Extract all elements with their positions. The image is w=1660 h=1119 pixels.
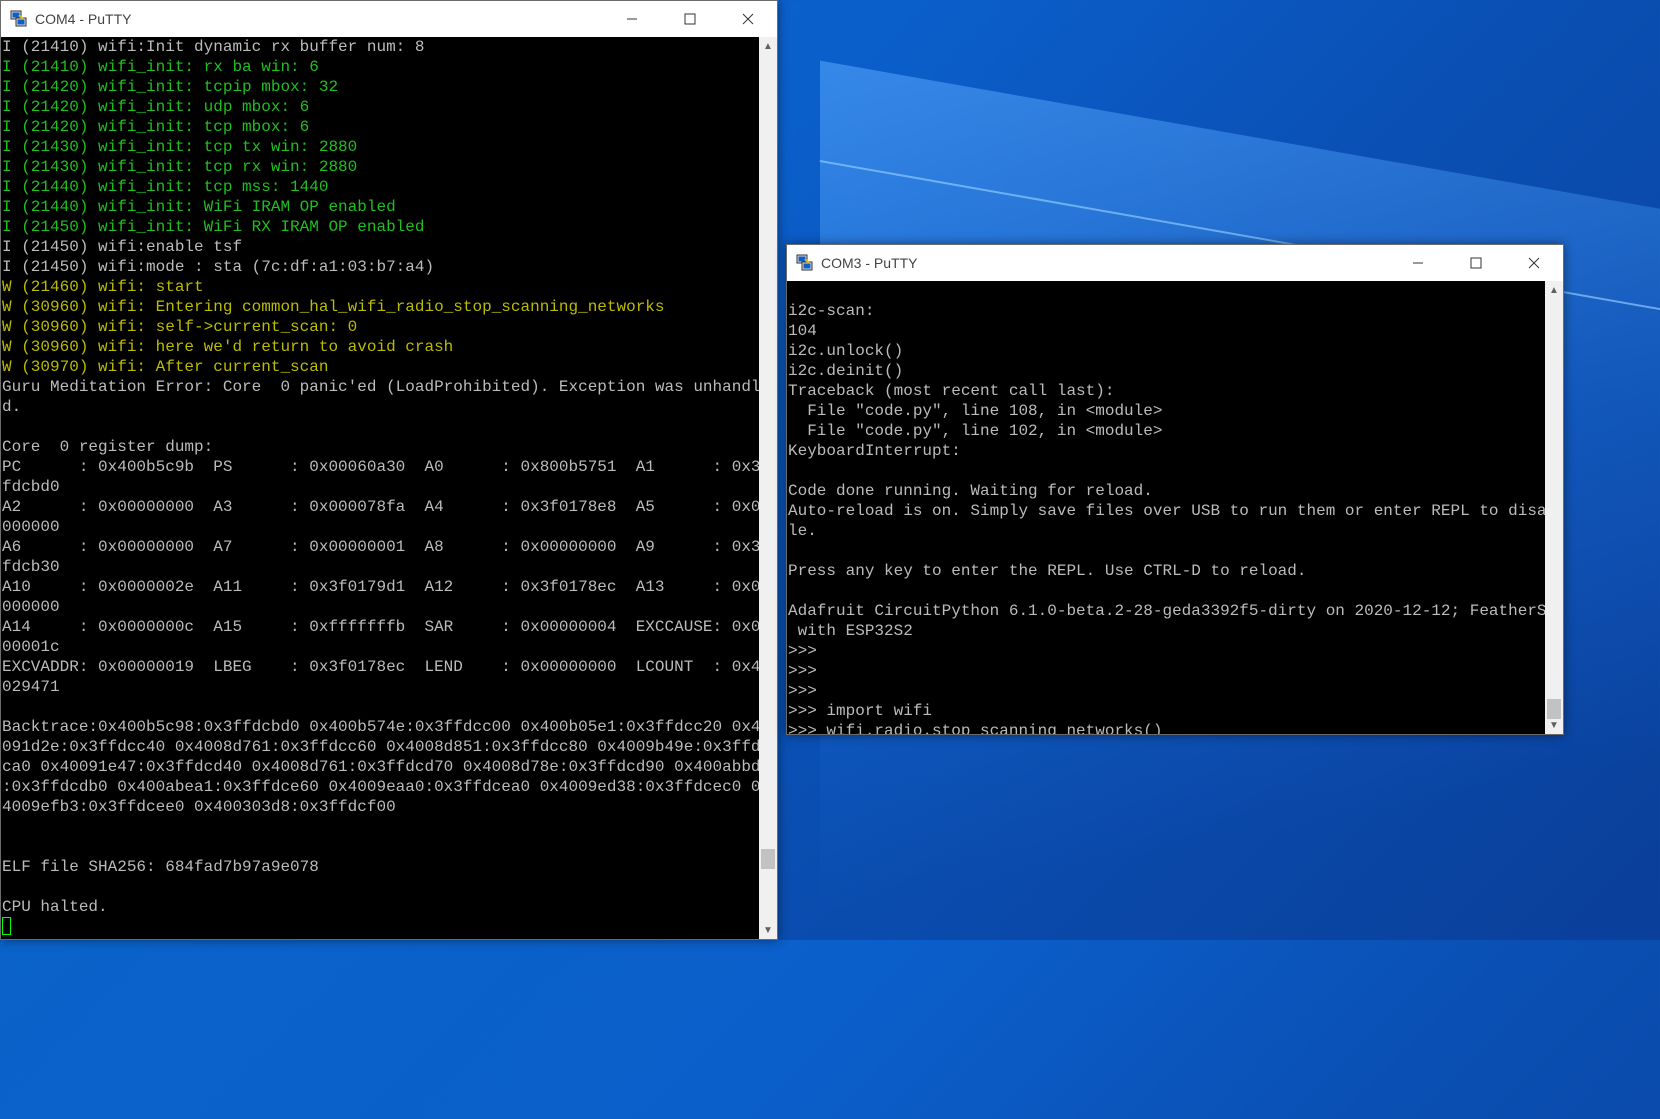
terminal-line: W (30960) wifi: Entering common_hal_wifi…	[2, 298, 665, 316]
terminal-line: W (30960) wifi: self->current_scan: 0	[2, 318, 358, 336]
terminal-cursor	[2, 917, 11, 935]
terminal-line: KeyboardInterrupt:	[788, 442, 961, 460]
terminal-line: Guru Meditation Error: Core 0 panic'ed (…	[2, 378, 759, 396]
terminal-line: I (21450) wifi:enable tsf	[2, 238, 243, 256]
minimize-icon	[627, 18, 637, 20]
terminal-line: File "code.py", line 102, in <module>	[788, 422, 1163, 440]
terminal-line: I (21440) wifi_init: WiFi IRAM OP enable…	[2, 198, 396, 216]
terminal-line: I (21440) wifi_init: tcp mss: 1440	[2, 178, 329, 196]
terminal-line: A14 : 0x0000000c A15 : 0xfffffffb SAR : …	[2, 618, 759, 636]
terminal-line: 000000	[2, 598, 60, 616]
scroll-up-arrow-icon[interactable]: ▲	[759, 37, 777, 55]
terminal-line: i2c.unlock()	[788, 342, 904, 360]
scroll-up-arrow-icon[interactable]: ▲	[1545, 281, 1563, 299]
terminal-line: ca0 0x40091e47:0x3ffdcd40 0x4008d761:0x3…	[2, 758, 759, 776]
terminal-line: Auto-reload is on. Simply save files ove…	[788, 502, 1545, 520]
terminal-line: i2c-scan:	[788, 302, 875, 320]
terminal-line: Core 0 register dump:	[2, 438, 214, 456]
terminal-line: I (21420) wifi_init: tcp mbox: 6	[2, 118, 310, 136]
terminal-line: I (21450) wifi_init: WiFi RX IRAM OP ena…	[2, 218, 425, 236]
terminal-line: I (21420) wifi_init: tcpip mbox: 32	[2, 78, 339, 96]
close-icon	[742, 13, 754, 25]
terminal-line: I (21450) wifi:mode : sta (7c:df:a1:03:b…	[2, 258, 435, 276]
maximize-icon	[684, 13, 696, 25]
putty-icon	[9, 9, 29, 29]
terminal-line: File "code.py", line 108, in <module>	[788, 402, 1163, 420]
terminal-line: Code done running. Waiting for reload.	[788, 482, 1153, 500]
com3-scrollbar[interactable]: ▲ ▼	[1545, 281, 1563, 734]
com3-maximize-button[interactable]	[1447, 245, 1505, 281]
com4-window-title: COM4 - PuTTY	[35, 11, 132, 27]
maximize-icon	[1470, 257, 1482, 269]
com3-close-button[interactable]	[1505, 245, 1563, 281]
terminal-line: fdcbd0	[2, 478, 60, 496]
terminal-line: 000000	[2, 518, 60, 536]
terminal-line: fdcb30	[2, 558, 60, 576]
close-icon	[1528, 257, 1540, 269]
terminal-line: W (30970) wifi: After current_scan	[2, 358, 329, 376]
terminal-line: EXCVADDR: 0x00000019 LBEG : 0x3f0178ec L…	[2, 658, 759, 676]
com4-close-button[interactable]	[719, 1, 777, 37]
terminal-line: >>>	[788, 682, 817, 700]
terminal-line: I (21430) wifi_init: tcp rx win: 2880	[2, 158, 358, 176]
terminal-line: I (21420) wifi_init: udp mbox: 6	[2, 98, 310, 116]
terminal-cursor-line	[2, 917, 759, 937]
terminal-line: 4009efb3:0x3ffdcee0 0x400303d8:0x3ffdcf0…	[2, 798, 396, 816]
terminal-line: >>>	[788, 662, 817, 680]
terminal-line: I (21410) wifi_init: rx ba win: 6	[2, 58, 319, 76]
terminal-line: i2c.deinit()	[788, 362, 904, 380]
com3-terminal-output[interactable]: i2c-scan: 104 i2c.unlock() i2c.deinit() Trac…	[787, 281, 1545, 734]
com4-maximize-button[interactable]	[661, 1, 719, 37]
terminal-line: A6 : 0x00000000 A7 : 0x00000001 A8 : 0x0…	[2, 538, 759, 556]
terminal-line: 00001c	[2, 638, 60, 656]
terminal-line: Press any key to enter the REPL. Use CTR…	[788, 562, 1307, 580]
terminal-line: 091d2e:0x3ffdcc40 0x4008d761:0x3ffdcc60 …	[2, 738, 759, 756]
com4-titlebar[interactable]: COM4 - PuTTY	[1, 1, 777, 37]
minimize-icon	[1413, 262, 1423, 264]
terminal-line: 104	[788, 322, 817, 340]
com4-putty-window[interactable]: COM4 - PuTTY I (21410) wifi:Init dynamic…	[0, 0, 778, 940]
terminal-line: A10 : 0x0000002e A11 : 0x3f0179d1 A12 : …	[2, 578, 759, 596]
terminal-line: Traceback (most recent call last):	[788, 382, 1115, 400]
terminal-line: W (21460) wifi: start	[2, 278, 204, 296]
terminal-line: 029471	[2, 678, 60, 696]
terminal-line: >>> wifi.radio.stop_scanning_networks()	[788, 722, 1163, 734]
terminal-line: Adafruit CircuitPython 6.1.0-beta.2-28-g…	[788, 602, 1545, 620]
com4-minimize-button[interactable]	[603, 1, 661, 37]
com4-scrollbar[interactable]: ▲ ▼	[759, 37, 777, 939]
terminal-line: le.	[788, 522, 817, 540]
terminal-line: d.	[2, 398, 22, 416]
terminal-line: ELF file SHA256: 684fad7b97a9e078	[2, 858, 319, 876]
scroll-down-arrow-icon[interactable]: ▼	[759, 921, 777, 939]
com3-minimize-button[interactable]	[1389, 245, 1447, 281]
terminal-line: I (21430) wifi_init: tcp tx win: 2880	[2, 138, 358, 156]
com4-scrollbar-thumb[interactable]	[761, 849, 775, 869]
terminal-line: >>> import wifi	[788, 702, 933, 720]
com3-titlebar[interactable]: COM3 - PuTTY	[787, 245, 1563, 281]
com3-window-title: COM3 - PuTTY	[821, 255, 918, 271]
terminal-line: A2 : 0x00000000 A3 : 0x000078fa A4 : 0x3…	[2, 498, 759, 516]
com3-putty-window[interactable]: COM3 - PuTTY i2c-scan: 104 i2c.unlock() i2c…	[786, 244, 1564, 735]
terminal-line: PC : 0x400b5c9b PS : 0x00060a30 A0 : 0x8…	[2, 458, 759, 476]
terminal-line: >>>	[788, 642, 817, 660]
terminal-line: I (21410) wifi:Init dynamic rx buffer nu…	[2, 38, 425, 56]
terminal-line: W (30960) wifi: here we'd return to avoi…	[2, 338, 454, 356]
terminal-line: Backtrace:0x400b5c98:0x3ffdcbd0 0x400b57…	[2, 718, 759, 736]
scroll-down-arrow-icon[interactable]: ▼	[1545, 716, 1563, 734]
terminal-line: with ESP32S2	[788, 622, 913, 640]
terminal-line: CPU halted.	[2, 898, 108, 916]
terminal-line: :0x3ffdcdb0 0x400abea1:0x3ffdce60 0x4009…	[2, 778, 759, 796]
putty-icon	[795, 253, 815, 273]
com4-terminal-output[interactable]: I (21410) wifi:Init dynamic rx buffer nu…	[1, 37, 759, 939]
